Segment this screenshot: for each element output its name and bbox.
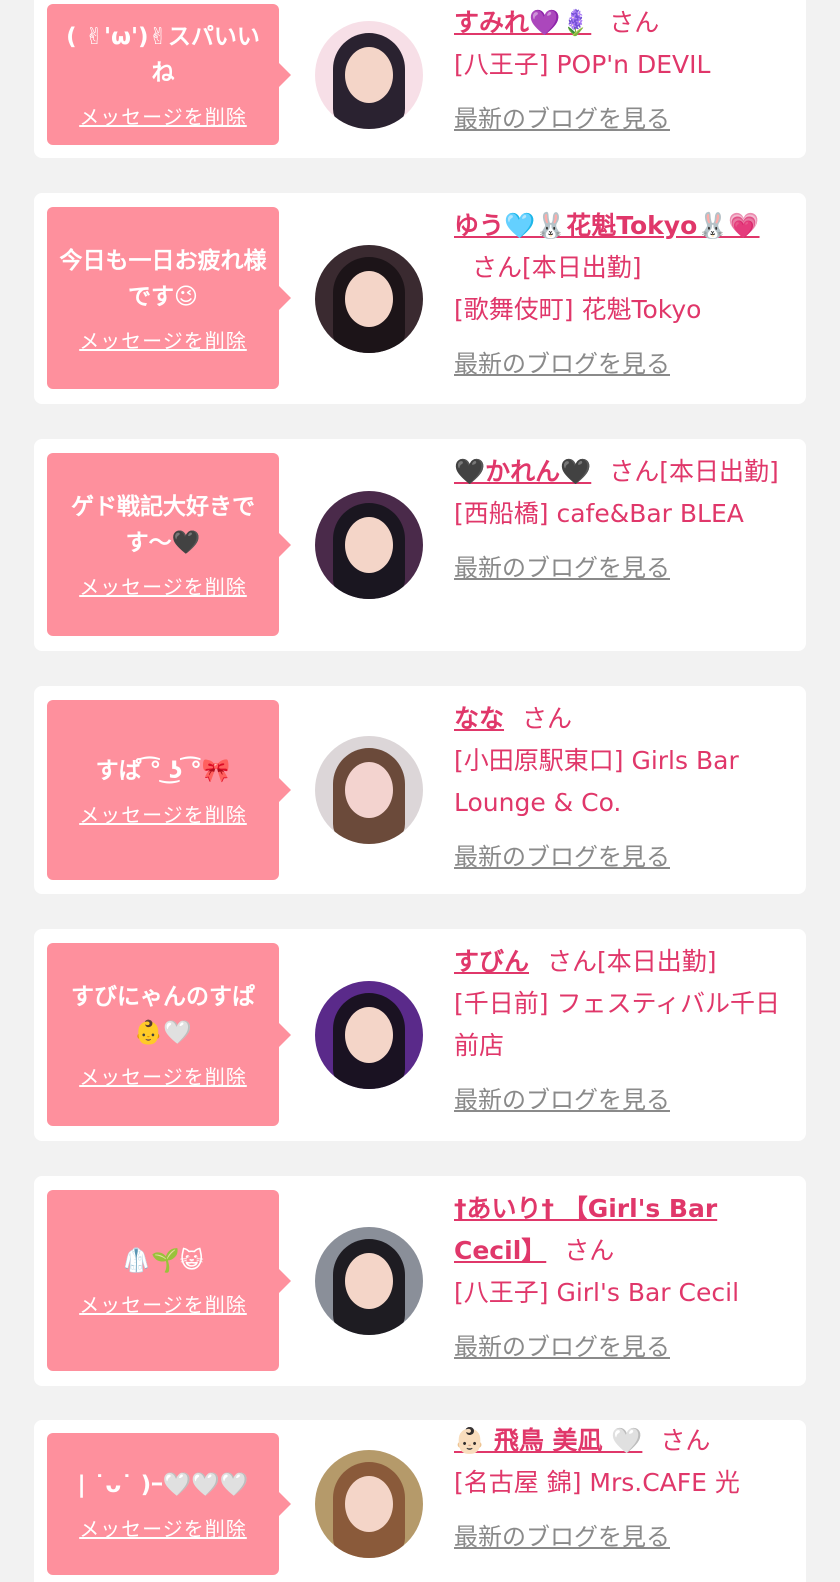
message-list: ( ✌︎'ω')✌︎スパいいね メッセージを削除 すみれ💜🪻 さん [八王子] P…: [0, 0, 840, 1582]
delete-message-link[interactable]: メッセージを削除: [79, 571, 247, 600]
honorific: さん: [609, 8, 660, 37]
view-blog-link[interactable]: 最新のブログを見る: [454, 1516, 784, 1558]
shop-name: [西船橋] cafe&Bar BLEA: [454, 499, 744, 528]
avatar[interactable]: [315, 491, 423, 599]
user-info: なな さん [小田原駅東口] Girls Bar Lounge & Co. 最新の…: [454, 698, 784, 878]
shop-name: [小田原駅東口] Girls Bar Lounge & Co.: [454, 746, 739, 817]
shop-name: [八王子] POP'n DEVIL: [454, 50, 711, 79]
user-name-link[interactable]: すびん: [454, 947, 529, 976]
message-bubble: すびにゃんのすぱ👶🤍 メッセージを削除: [47, 943, 291, 1126]
message-text: 🥼🌱😺: [122, 1248, 204, 1274]
user-name-link[interactable]: ゆう🩵🐰花魁Tokyo🐰💗: [454, 211, 760, 240]
user-name-link[interactable]: すみれ💜🪻: [454, 8, 591, 37]
message-text: ゲド戦記大好きです〜🖤: [71, 494, 255, 556]
list-item: 🥼🌱😺 メッセージを削除 †あいり† 【Girl's Bar Cecil】 さん …: [34, 1176, 806, 1386]
user-info: すびん さん[本日出勤] [千日前] フェスティバル千日前店 最新のブログを見る: [454, 941, 784, 1121]
message-text: ( ✌︎'ω')✌︎スパいいね: [66, 24, 260, 86]
user-info: 👶🏻 飛鳥 美凪 🤍 さん [名古屋 錦] Mrs.CAFE 光 最新のブログを見…: [454, 1420, 784, 1558]
user-name-link[interactable]: 🖤かれん🖤: [454, 457, 591, 486]
message-text: すびにゃんのすぱ👶🤍: [71, 984, 255, 1046]
avatar[interactable]: [315, 981, 423, 1089]
list-item: | ˙ᴗ˙ )ｰ🤍🤍🤍 メッセージを削除 👶🏻 飛鳥 美凪 🤍 さん [名古屋 錦…: [34, 1420, 806, 1582]
avatar[interactable]: [315, 1227, 423, 1335]
user-info: †あいり† 【Girl's Bar Cecil】 さん [八王子] Girl's …: [454, 1188, 784, 1368]
message-text: | ˙ᴗ˙ )ｰ🤍🤍🤍: [77, 1471, 249, 1498]
list-item: ゲド戦記大好きです〜🖤 メッセージを削除 🖤かれん🖤 さん[本日出勤] [西船橋]…: [34, 439, 806, 651]
message-bubble: 今日も一日お疲れ様です😉 メッセージを削除: [47, 207, 291, 389]
message-bubble: 🥼🌱😺 メッセージを削除: [47, 1190, 291, 1371]
list-item: すびにゃんのすぱ👶🤍 メッセージを削除 すびん さん[本日出勤] [千日前] フェ…: [34, 929, 806, 1141]
shop-name: [八王子] Girl's Bar Cecil: [454, 1278, 740, 1307]
list-item: 今日も一日お疲れ様です😉 メッセージを削除 ゆう🩵🐰花魁Tokyo🐰💗 さん[本日…: [34, 193, 806, 404]
list-item: すぱ ͡° ͜ʖ ͡°🎀 メッセージを削除 なな さん [小田原駅東口] Girl…: [34, 686, 806, 894]
message-bubble: すぱ ͡° ͜ʖ ͡°🎀 メッセージを削除: [47, 700, 291, 880]
message-bubble: ゲド戦記大好きです〜🖤 メッセージを削除: [47, 453, 291, 636]
delete-message-link[interactable]: メッセージを削除: [79, 1289, 247, 1318]
avatar[interactable]: [315, 1450, 423, 1558]
view-blog-link[interactable]: 最新のブログを見る: [454, 836, 784, 878]
status-badge: [本日出勤]: [659, 457, 779, 486]
avatar[interactable]: [315, 21, 423, 129]
honorific: さん: [547, 947, 598, 976]
user-name-link[interactable]: 👶🏻 飛鳥 美凪 🤍: [454, 1426, 642, 1455]
user-info: ゆう🩵🐰花魁Tokyo🐰💗 さん[本日出勤] [歌舞伎町] 花魁Tokyo 最新の…: [454, 205, 784, 385]
view-blog-link[interactable]: 最新のブログを見る: [454, 1079, 784, 1121]
avatar[interactable]: [315, 245, 423, 353]
delete-message-link[interactable]: メッセージを削除: [79, 799, 247, 828]
shop-name: [名古屋 錦] Mrs.CAFE 光: [454, 1468, 740, 1497]
user-info: 🖤かれん🖤 さん[本日出勤] [西船橋] cafe&Bar BLEA 最新のブログ…: [454, 451, 784, 589]
honorific: さん: [609, 457, 660, 486]
status-badge: [本日出勤]: [597, 947, 717, 976]
honorific: さん: [660, 1426, 711, 1455]
view-blog-link[interactable]: 最新のブログを見る: [454, 343, 784, 385]
view-blog-link[interactable]: 最新のブログを見る: [454, 1326, 784, 1368]
message-text: 今日も一日お疲れ様です😉: [59, 247, 267, 310]
status-badge: [本日出勤]: [522, 253, 642, 282]
user-info: すみれ💜🪻 さん [八王子] POP'n DEVIL 最新のブログを見る: [454, 2, 784, 140]
message-text: すぱ ͡° ͜ʖ ͡°🎀: [95, 757, 231, 784]
delete-message-link[interactable]: メッセージを削除: [79, 325, 247, 354]
avatar[interactable]: [315, 736, 423, 844]
delete-message-link[interactable]: メッセージを削除: [79, 101, 247, 130]
message-bubble: | ˙ᴗ˙ )ｰ🤍🤍🤍 メッセージを削除: [47, 1433, 291, 1575]
message-bubble: ( ✌︎'ω')✌︎スパいいね メッセージを削除: [47, 4, 291, 145]
user-name-link[interactable]: なな: [454, 704, 504, 733]
honorific: さん: [522, 704, 573, 733]
shop-name: [千日前] フェスティバル千日前店: [454, 989, 780, 1060]
view-blog-link[interactable]: 最新のブログを見る: [454, 98, 784, 140]
delete-message-link[interactable]: メッセージを削除: [79, 1513, 247, 1542]
view-blog-link[interactable]: 最新のブログを見る: [454, 547, 784, 589]
honorific: さん: [564, 1236, 615, 1265]
shop-name: [歌舞伎町] 花魁Tokyo: [454, 295, 702, 324]
honorific: さん: [472, 253, 523, 282]
delete-message-link[interactable]: メッセージを削除: [79, 1061, 247, 1090]
list-item: ( ✌︎'ω')✌︎スパいいね メッセージを削除 すみれ💜🪻 さん [八王子] P…: [34, 0, 806, 158]
